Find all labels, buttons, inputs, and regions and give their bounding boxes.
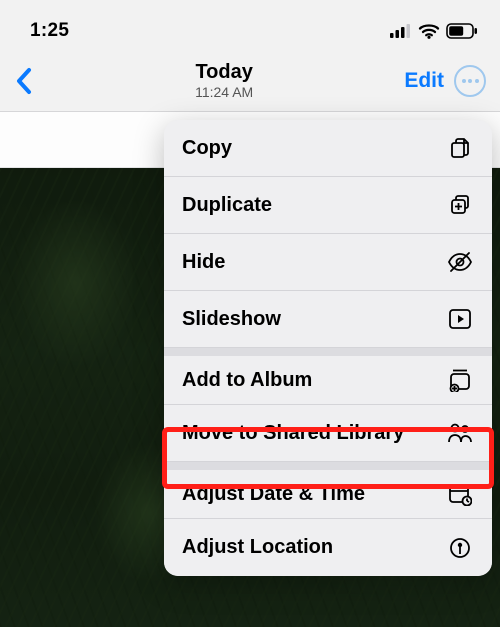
menu-label: Duplicate xyxy=(182,194,446,217)
status-bar: 1:25 xyxy=(0,0,500,54)
duplicate-icon xyxy=(446,191,474,219)
edit-button[interactable]: Edit xyxy=(404,69,444,93)
menu-item-slideshow[interactable]: Slideshow xyxy=(164,291,492,348)
menu-label: Hide xyxy=(182,251,446,274)
copy-icon xyxy=(446,134,474,162)
menu-label: Copy xyxy=(182,137,446,160)
add-to-album-icon xyxy=(446,366,474,394)
slideshow-icon xyxy=(446,305,474,333)
menu-item-adjust-date-time[interactable]: Adjust Date & Time xyxy=(164,462,492,519)
shared-library-icon xyxy=(446,419,474,447)
hide-icon xyxy=(446,248,474,276)
battery-icon xyxy=(446,23,478,39)
page-title: Today xyxy=(44,62,404,83)
page-subtitle: 11:24 AM xyxy=(44,84,404,100)
menu-item-hide[interactable]: Hide xyxy=(164,234,492,291)
action-menu: Copy Duplicate Hide Slideshow Add to Alb… xyxy=(164,120,492,576)
more-button[interactable] xyxy=(454,65,486,97)
menu-label: Add to Album xyxy=(182,369,446,392)
calendar-clock-icon xyxy=(446,480,474,508)
menu-item-move-to-shared-library[interactable]: Move to Shared Library xyxy=(164,405,492,462)
nav-bar: Today 11:24 AM Edit xyxy=(0,54,500,112)
menu-item-add-to-album[interactable]: Add to Album xyxy=(164,348,492,405)
menu-item-adjust-location[interactable]: Adjust Location xyxy=(164,519,492,576)
ellipsis-icon xyxy=(462,79,466,83)
status-indicators xyxy=(390,23,478,39)
location-pin-icon xyxy=(446,534,474,562)
menu-label: Adjust Location xyxy=(182,536,446,559)
menu-item-duplicate[interactable]: Duplicate xyxy=(164,177,492,234)
menu-item-copy[interactable]: Copy xyxy=(164,120,492,177)
status-time: 1:25 xyxy=(30,20,69,42)
cellular-signal-icon xyxy=(390,24,412,38)
menu-label: Move to Shared Library xyxy=(182,422,446,445)
menu-label: Slideshow xyxy=(182,308,446,331)
menu-label: Adjust Date & Time xyxy=(182,483,446,506)
wifi-icon xyxy=(418,23,440,39)
nav-title-group: Today 11:24 AM xyxy=(44,62,404,100)
